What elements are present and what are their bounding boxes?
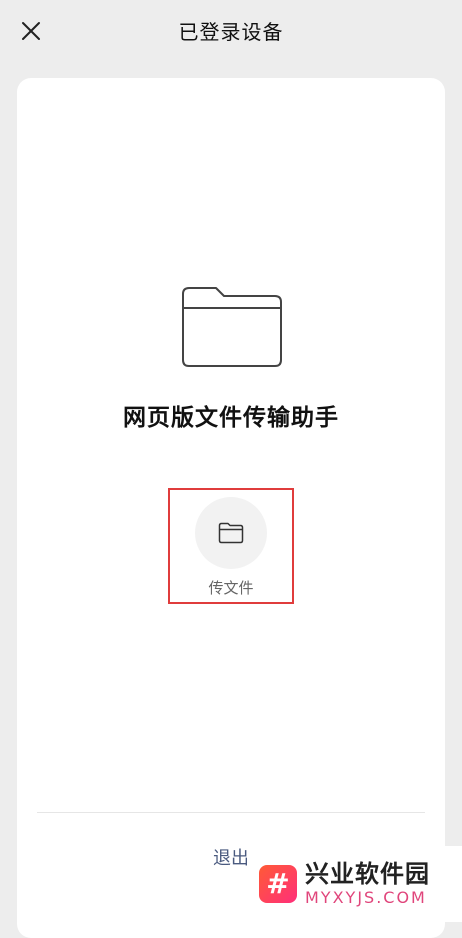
- watermark-logo: #: [259, 865, 297, 903]
- watermark-en: MYXYJS.COM: [305, 887, 427, 907]
- folder-icon: [218, 522, 244, 544]
- top-bar: 已登录设备: [0, 0, 462, 62]
- send-file-label: 传文件: [208, 579, 254, 597]
- watermark-text: 兴业软件园 MYXYJS.COM: [305, 861, 430, 907]
- divider: [37, 812, 425, 813]
- folder-icon: [182, 287, 282, 367]
- send-file-button[interactable]: [195, 497, 267, 569]
- watermark-cn: 兴业软件园: [305, 860, 430, 889]
- device-name: 网页版文件传输助手: [123, 405, 339, 431]
- page-title: 已登录设备: [178, 20, 284, 44]
- device-card: 网页版文件传输助手 传文件 退出: [17, 78, 445, 938]
- watermark: # 兴业软件园 MYXYJS.COM: [247, 846, 462, 922]
